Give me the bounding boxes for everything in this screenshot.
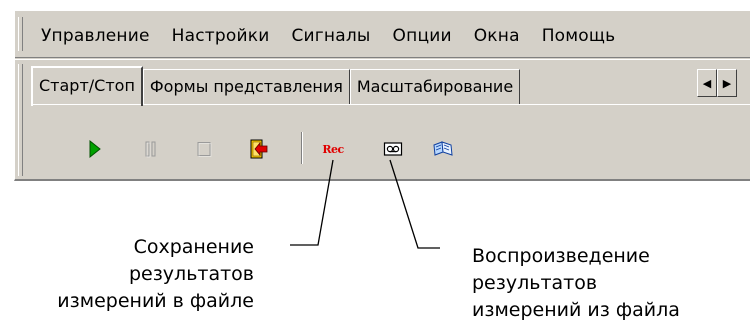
playback-callout-line-3: измерений из файла: [472, 299, 680, 321]
playback-callout-line-1: Воспроизведение: [472, 245, 650, 267]
save-callout: Сохранение результатов измерений в файле: [57, 234, 254, 315]
playback-callout: Воспроизведение результатов измерений из…: [472, 243, 680, 324]
playback-callout-line-2: результатов: [472, 272, 598, 294]
tab-start-stop[interactable]: Старт/Стоп: [31, 66, 143, 106]
save-callout-line-1: Сохранение: [133, 236, 254, 258]
save-callout-line-3: измерений в файле: [57, 290, 254, 312]
save-callout-line-2: результатов: [128, 263, 254, 285]
save-leader-line: [290, 159, 334, 246]
playback-leader-line: [389, 159, 440, 249]
